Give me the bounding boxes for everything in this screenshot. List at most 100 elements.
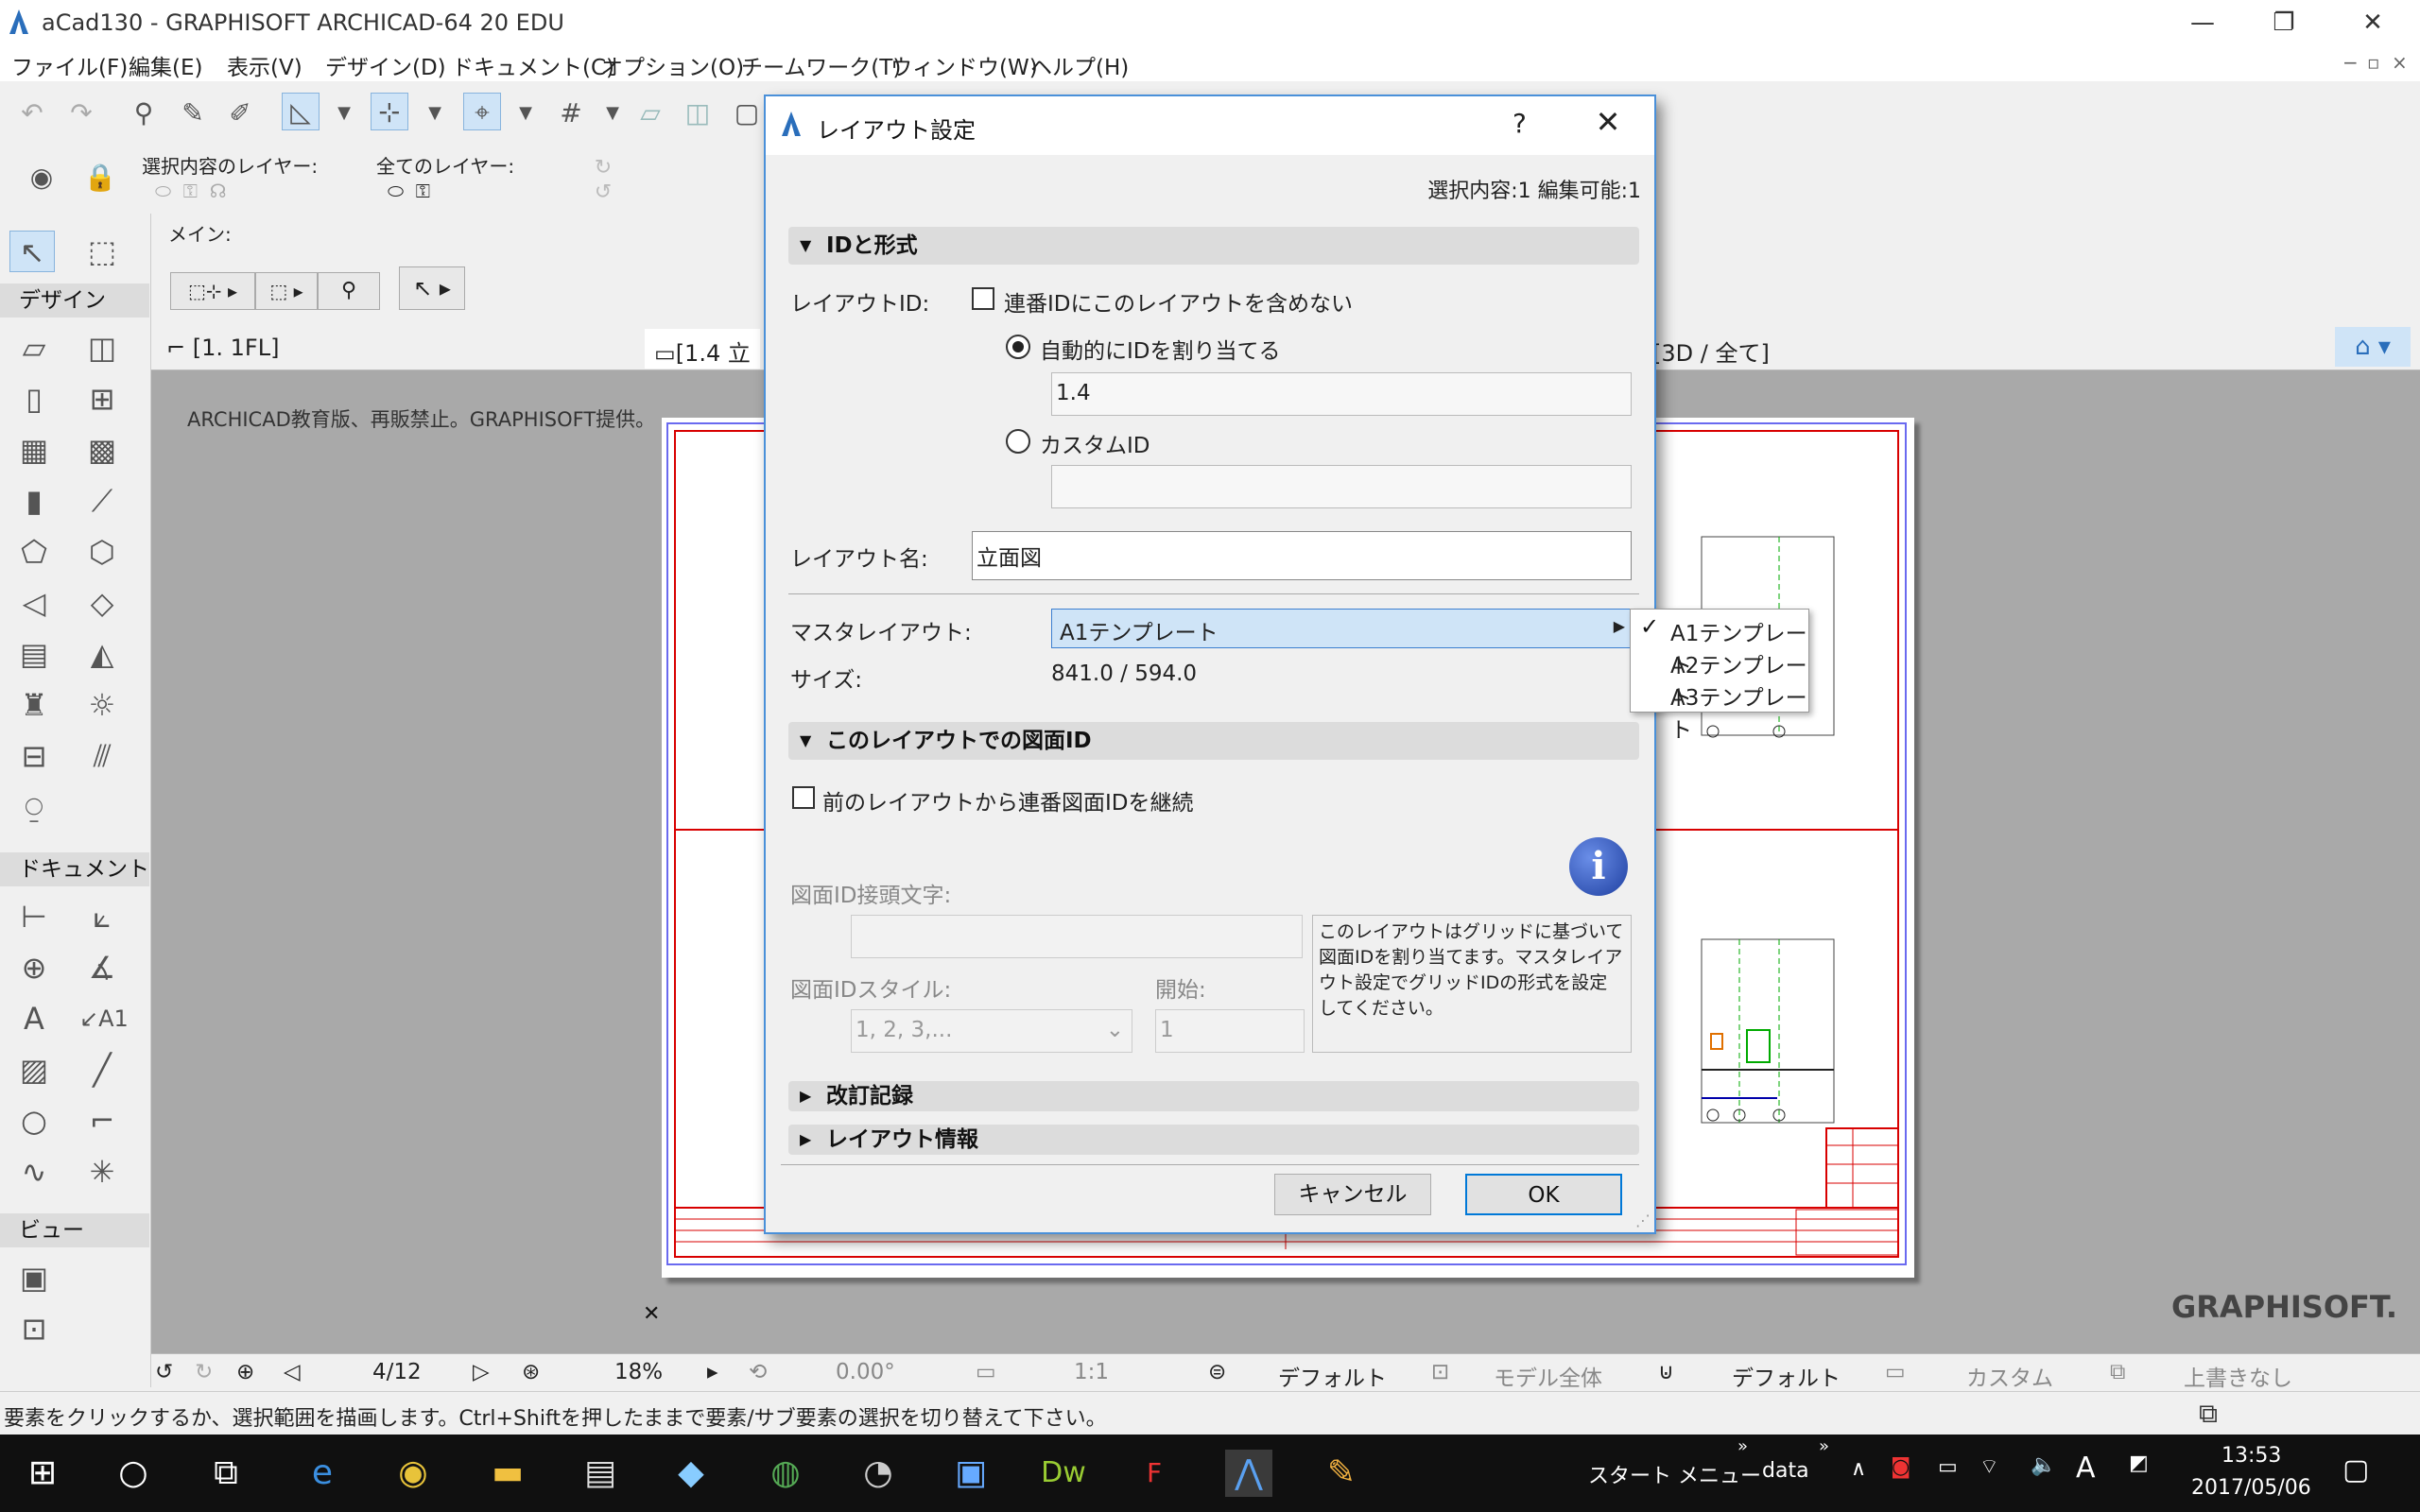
view-section-header[interactable]: ビュー — [0, 1213, 149, 1247]
selection-method-button[interactable]: ⬚ ▸ — [255, 272, 318, 310]
window-frame-icon[interactable]: ▢ — [728, 94, 766, 132]
pen-set-icon[interactable]: ⊍ — [1658, 1360, 1674, 1384]
pen-set-value[interactable]: デフォルト — [1732, 1360, 1841, 1392]
document-section-header[interactable]: ドキュメント — [0, 852, 149, 886]
zoom-fit-icon[interactable]: ⊛ — [522, 1360, 540, 1384]
lock-layers-icon[interactable]: 🔒 — [81, 159, 119, 197]
data-toolbar[interactable]: data — [1762, 1459, 1809, 1483]
menu-help[interactable]: ヘルプ(H) — [1030, 49, 1129, 81]
line-tool-icon[interactable]: ╱ — [79, 1049, 125, 1091]
spline-tool-icon[interactable]: ∿ — [11, 1151, 57, 1193]
layer-combo-icon[interactable]: ⊜ — [1208, 1360, 1226, 1384]
toolbar-expand-icon-2[interactable]: » — [1819, 1436, 1829, 1456]
zoom-level[interactable]: 18% — [614, 1360, 663, 1384]
section-revision-history[interactable]: ▶ 改訂記録 — [788, 1081, 1639, 1111]
scale-icon[interactable]: ▭ — [976, 1360, 996, 1384]
tray-chevron-icon[interactable]: ∧ — [1851, 1457, 1866, 1481]
scale-value[interactable]: 1:1 — [1074, 1360, 1109, 1384]
exclude-from-sequence-checkbox[interactable] — [972, 287, 994, 310]
tab-floor-plan[interactable]: ⌐ [1. 1FL] — [157, 329, 288, 369]
custom-id-radio[interactable] — [1006, 429, 1030, 454]
all-layers-icons[interactable]: ⬭ ⚿ — [388, 180, 430, 202]
curtain-wall-tool-icon[interactable]: ◫ — [79, 327, 125, 369]
guide-lines-icon[interactable]: ◺ — [282, 93, 320, 130]
level-dimension-tool-icon[interactable]: ⟀ — [79, 896, 125, 937]
ftp-icon[interactable]: F — [1131, 1450, 1178, 1497]
app-icon-4[interactable]: ▣ — [947, 1450, 994, 1497]
help-button[interactable]: ? — [1512, 108, 1527, 139]
edge-icon[interactable]: e — [299, 1450, 346, 1497]
coordinates-dropdown-icon[interactable]: ▼ — [507, 94, 544, 132]
custom-id-field[interactable] — [1051, 465, 1632, 508]
roof-tool-icon[interactable]: ⬡ — [79, 531, 125, 573]
hide-layer-icon[interactable]: ⬭ ⚿ ☊ — [155, 180, 227, 202]
acrobat-tray-icon[interactable]: ◙ — [1891, 1455, 1910, 1479]
morph-tool-icon[interactable]: ◭ — [79, 633, 125, 675]
clock-time[interactable]: 13:53 — [2221, 1444, 2281, 1468]
volume-icon[interactable]: 🔈 — [2031, 1453, 2056, 1477]
model-view-icon[interactable]: ⊡ — [1431, 1360, 1449, 1384]
redo-icon[interactable]: ↷ — [62, 94, 100, 132]
dimension-value[interactable]: カスタム — [1966, 1360, 2053, 1392]
menu-window[interactable]: ウィンドウ(W) — [890, 49, 1038, 81]
door-tool-icon[interactable]: ▯ — [11, 378, 57, 420]
design-section-header[interactable]: デザイン — [0, 284, 149, 318]
window-stack-icon[interactable]: ⧉ — [2199, 1398, 2218, 1430]
ime-indicator[interactable]: A — [2076, 1452, 2096, 1485]
geometry-method-button[interactable]: ⬚⊹ ▸ — [170, 272, 255, 310]
app-icon-3[interactable]: ◔ — [855, 1450, 902, 1497]
rotation-angle[interactable]: 0.00° — [836, 1360, 895, 1384]
task-view-icon[interactable]: ⧉ — [202, 1450, 250, 1497]
info-point-tool-icon[interactable]: ⍜ — [11, 786, 57, 828]
label-tool-icon[interactable]: ↙A1 — [79, 998, 129, 1040]
menu-file[interactable]: ファイル(F) — [11, 49, 128, 81]
zoom-in-icon[interactable]: ⊕ — [236, 1360, 254, 1384]
syringe-icon[interactable]: ✐ — [221, 94, 259, 132]
lamp-tool-icon[interactable]: ☼ — [79, 684, 125, 726]
section-drawing-id[interactable]: ▼ このレイアウトでの図面ID — [788, 722, 1639, 760]
windows-start-icon[interactable]: ⊞ — [19, 1450, 66, 1497]
skylight-tool-icon[interactable]: ◇ — [79, 582, 125, 624]
window-tool-icon[interactable]: ⊞ — [79, 378, 125, 420]
undo-zoom-icon[interactable]: ↺ — [155, 1360, 173, 1384]
menu-view[interactable]: 表示(V) — [227, 49, 302, 81]
quick-select-button[interactable]: ⚲ — [318, 272, 380, 310]
dimension-icon[interactable]: ▭ — [1885, 1360, 1906, 1384]
slab-tool-icon[interactable]: ⬠ — [11, 531, 57, 573]
prev-page-icon[interactable]: ◁ — [284, 1360, 301, 1384]
dialog-close-button[interactable]: ✕ — [1584, 104, 1632, 140]
mesh-tool-icon[interactable]: ▤ — [11, 633, 57, 675]
hotspot-tool-icon[interactable]: ✳ — [79, 1151, 125, 1193]
drawing-tool-icon[interactable]: ⊡ — [11, 1308, 57, 1349]
menu-edit[interactable]: 編集(E) — [129, 49, 202, 81]
zoom-dropdown-icon[interactable]: ▸ — [707, 1360, 718, 1384]
grid-icon[interactable]: # — [552, 94, 590, 132]
zone-tool-icon[interactable]: ⊟ — [11, 735, 57, 777]
beam-tool-icon[interactable]: ⟋ — [79, 480, 125, 522]
find-select-icon[interactable]: ⚲ — [125, 94, 163, 132]
window-close-button[interactable]: ✕ — [2344, 4, 2401, 42]
guide-dropdown-icon[interactable]: ▼ — [325, 94, 363, 132]
clock-date[interactable]: 2017/05/06 — [2191, 1476, 2311, 1500]
menu-teamwork[interactable]: チームワーク(T) — [741, 49, 901, 81]
app-tray-icon[interactable]: ◩ — [2129, 1452, 2149, 1475]
redo-zoom-icon[interactable]: ↻ — [195, 1360, 213, 1384]
menu-option-a3[interactable]: A3テンプレート — [1670, 679, 1808, 744]
inherit-drawing-id-checkbox[interactable] — [792, 786, 815, 809]
auto-id-radio[interactable] — [1006, 335, 1030, 359]
railing-tool-icon[interactable]: ⫻ — [79, 735, 125, 777]
figure-tool-icon[interactable]: ▣ — [11, 1257, 57, 1298]
mdi-minimize-button[interactable]: − — [2342, 51, 2359, 74]
show-all-layers-icon[interactable]: ◉ — [23, 159, 60, 197]
polyline-tool-icon[interactable]: ⌐ — [79, 1100, 125, 1142]
minimize-button[interactable]: — — [2174, 4, 2231, 42]
undo-layer-icon[interactable]: ↺ — [584, 174, 622, 212]
notepad-icon[interactable]: ▤ — [577, 1450, 624, 1497]
tab-3d[interactable]: [3D / 全て] — [1643, 329, 1779, 369]
angle-dimension-tool-icon[interactable]: ∡ — [79, 947, 125, 988]
snap-guides-icon[interactable]: ⊹ — [371, 93, 408, 130]
resize-grip-icon[interactable]: ⋰ — [1635, 1211, 1651, 1229]
object-tool-icon[interactable]: ▦ — [11, 429, 57, 471]
notifications-icon[interactable]: ▢ — [2342, 1453, 2369, 1486]
section-layout-info[interactable]: ▶ レイアウト情報 — [788, 1125, 1639, 1155]
